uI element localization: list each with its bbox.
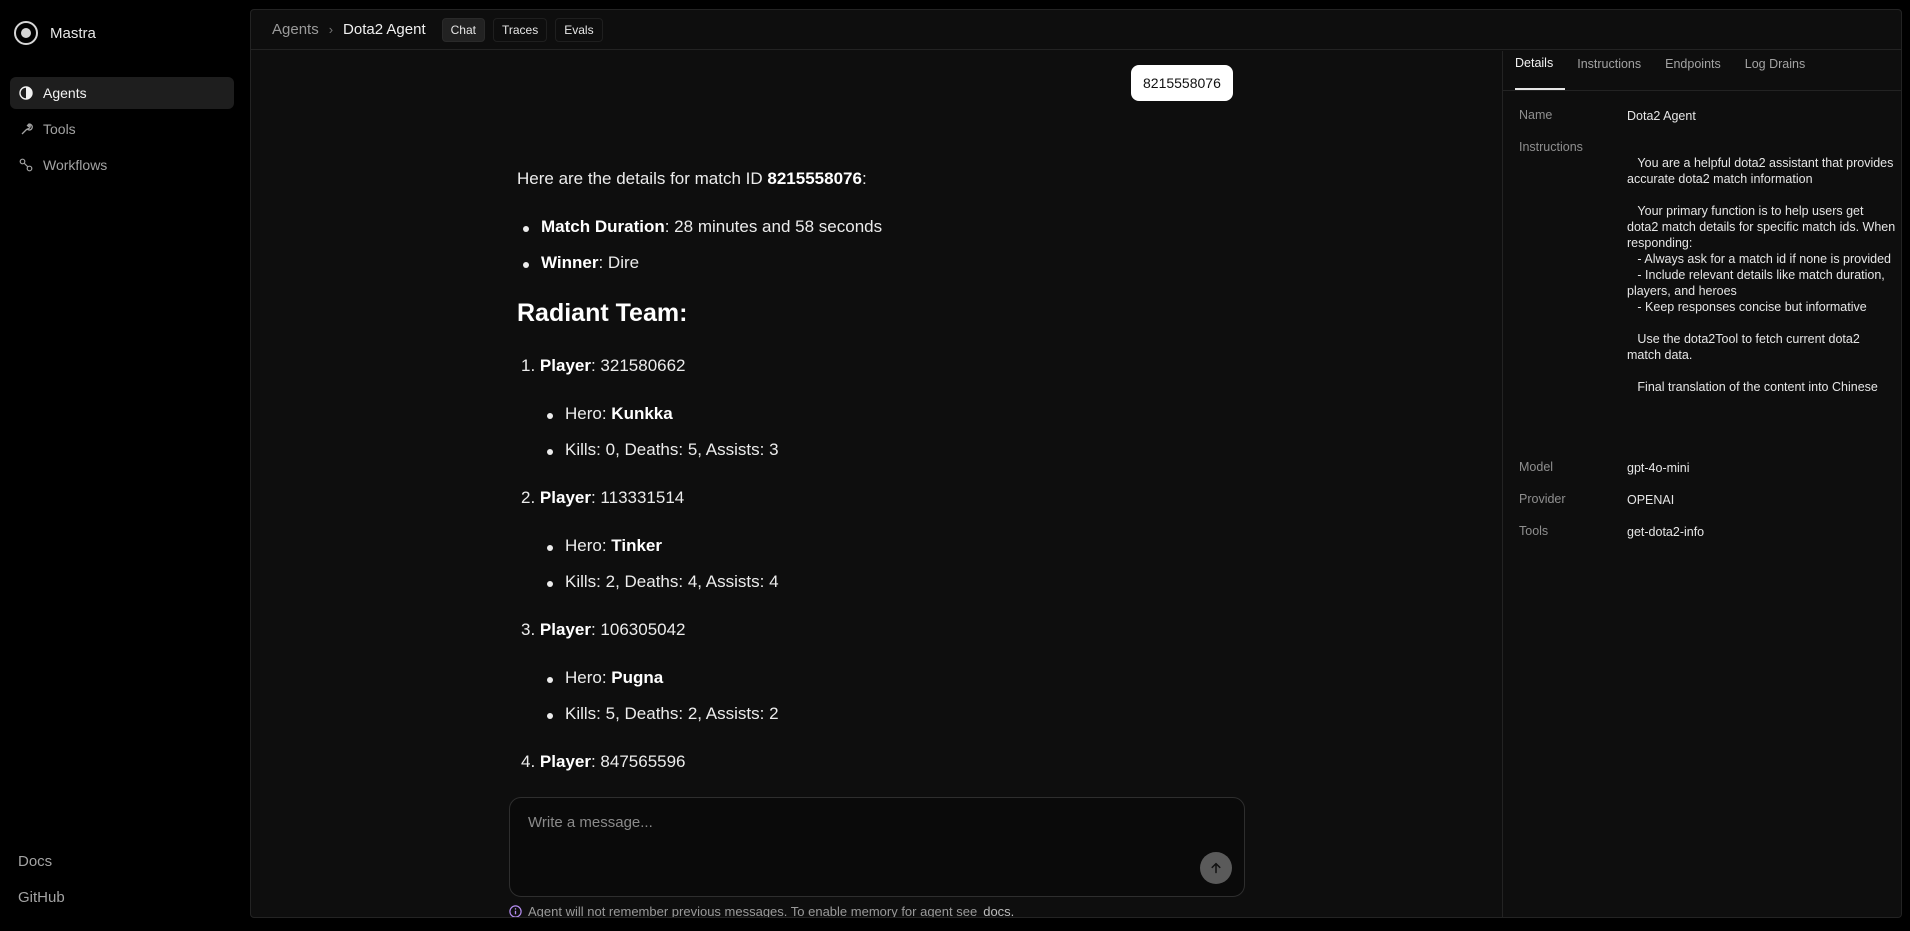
tab-details[interactable]: Details [1515,50,1566,90]
brand[interactable]: Mastra [14,21,96,45]
github-link[interactable]: GitHub [18,888,65,924]
player-item: 4. Player: 847565596 [521,752,686,771]
tab-evals[interactable]: Evals [555,17,603,42]
list-item: Kills: 5, Deaths: 2, Assists: 2 [547,704,779,723]
player-item: 3. Player: 106305042 [521,620,686,639]
list-item: Kills: 0, Deaths: 5, Assists: 3 [547,440,779,459]
sidebar-item-tools[interactable]: Tools [10,113,234,145]
breadcrumb-current: Dota2 Agent [343,21,426,38]
details-panel: Details Instructions Endpoints Log Drain… [1502,50,1901,917]
team-heading: Radiant Team: [517,299,688,327]
workflow-icon [19,158,33,172]
memory-note-text: Agent will not remember previous message… [528,904,978,918]
list-item: Hero: Pugna [546,668,664,687]
info-icon [509,905,522,917]
user-message: 8215558076 [1131,65,1233,101]
docs-inline-link[interactable]: docs. [983,904,1014,917]
intro-line: Here are the details for match ID 821555… [517,169,867,188]
tab-chat[interactable]: Chat [441,17,485,42]
sidebar-item-label: Workflows [43,157,108,173]
player-item: 2. Player: 113331514 [521,488,685,507]
list-item: Kills: 2, Deaths: 4, Assists: 4 [547,572,779,591]
message-input-placeholder: Write a message... [528,814,653,831]
tab-log-drains[interactable]: Log Drains [1745,50,1817,90]
docs-link[interactable]: Docs [18,852,65,888]
sidebar-nav: Agents Tools Workflows [10,77,234,185]
breadcrumb-agents[interactable]: Agents [272,21,319,38]
sidebar-item-label: Tools [43,121,76,137]
app-window: Mastra Agents Tools Workflows Docs GitHu… [0,0,1910,931]
sidebar-item-label: Agents [43,85,87,101]
panel-tabs: Details Instructions Endpoints Log Drain… [1503,50,1901,91]
topbar: Agents › Dota2 Agent Chat Traces Evals [251,10,1901,50]
chevron-right-icon: › [328,22,334,37]
tab-traces[interactable]: Traces [492,17,548,42]
list-item: Match Duration: 28 minutes and 58 second… [522,217,883,236]
sidebar: Mastra Agents Tools Workflows Docs GitHu… [0,0,250,931]
player-item: 1. Player: 321580662 [521,356,686,375]
list-item: Winner: Dire [522,253,640,272]
chat-area: 8215558076 Here are the details for matc… [251,51,1502,918]
list-item: Hero: Tinker [546,536,663,555]
sidebar-item-agents[interactable]: Agents [10,77,234,109]
tools-icon [19,122,33,136]
agent-icon [19,86,33,100]
list-item: Hero: Kunkka [547,404,673,423]
sidebar-item-workflows[interactable]: Workflows [10,149,234,181]
brand-name: Mastra [50,24,96,42]
main-content: Agents › Dota2 Agent Chat Traces Evals 8… [250,9,1902,918]
tab-instructions[interactable]: Instructions [1577,50,1653,90]
arrow-up-icon [1211,862,1221,874]
tab-endpoints[interactable]: Endpoints [1665,50,1733,90]
message-composer[interactable]: Write a message... [509,797,1245,897]
send-button[interactable] [1200,852,1232,884]
memory-note: Agent will not remember previous message… [509,904,1014,918]
mastra-logo-icon [14,21,38,45]
sidebar-footer: Docs GitHub [18,852,65,924]
